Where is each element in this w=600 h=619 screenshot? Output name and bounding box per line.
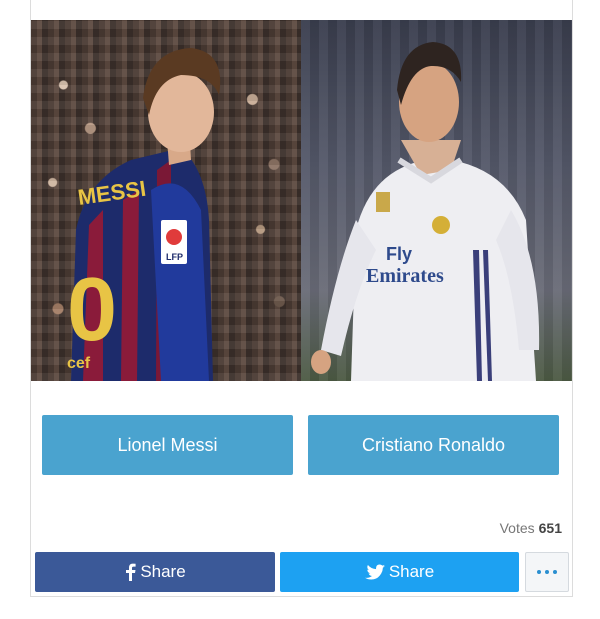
sponsor-line2: Emirates — [366, 265, 444, 287]
votes-label: Votes — [499, 520, 535, 536]
messi-photo[interactable]: MESSI 0 LFP cef — [31, 20, 301, 381]
jersey-number: 0 — [67, 260, 117, 360]
twitter-share-button[interactable]: Share — [280, 552, 519, 592]
vote-messi-button[interactable]: Lionel Messi — [42, 415, 293, 475]
sponsor-line1: Fly — [386, 244, 412, 264]
lfp-text: LFP — [166, 252, 183, 262]
vote-options: Lionel Messi Cristiano Ronaldo — [42, 415, 559, 475]
facebook-share-button[interactable]: Share — [35, 552, 275, 592]
more-share-button[interactable] — [525, 552, 569, 592]
ronaldo-photo[interactable]: Fly Emirates — [301, 20, 572, 381]
more-dots-icon — [537, 570, 541, 574]
votes-count: 651 — [538, 520, 562, 536]
messi-figure: MESSI 0 LFP cef — [67, 48, 221, 381]
club-crest — [432, 216, 450, 234]
facebook-share-label: Share — [140, 562, 186, 581]
poll-photos: MESSI 0 LFP cef Fly Emirates — [31, 20, 572, 381]
vote-ronaldo-button[interactable]: Cristiano Ronaldo — [308, 415, 559, 475]
twitter-share-label: Share — [388, 562, 435, 581]
votes-counter: Votes 651 — [500, 520, 562, 536]
sponsor-text: cef — [67, 355, 91, 372]
share-bar: Share Share — [35, 552, 569, 592]
facebook-icon — [126, 563, 136, 581]
twitter-icon — [364, 564, 385, 579]
ronaldo-figure: Fly Emirates — [311, 42, 540, 381]
